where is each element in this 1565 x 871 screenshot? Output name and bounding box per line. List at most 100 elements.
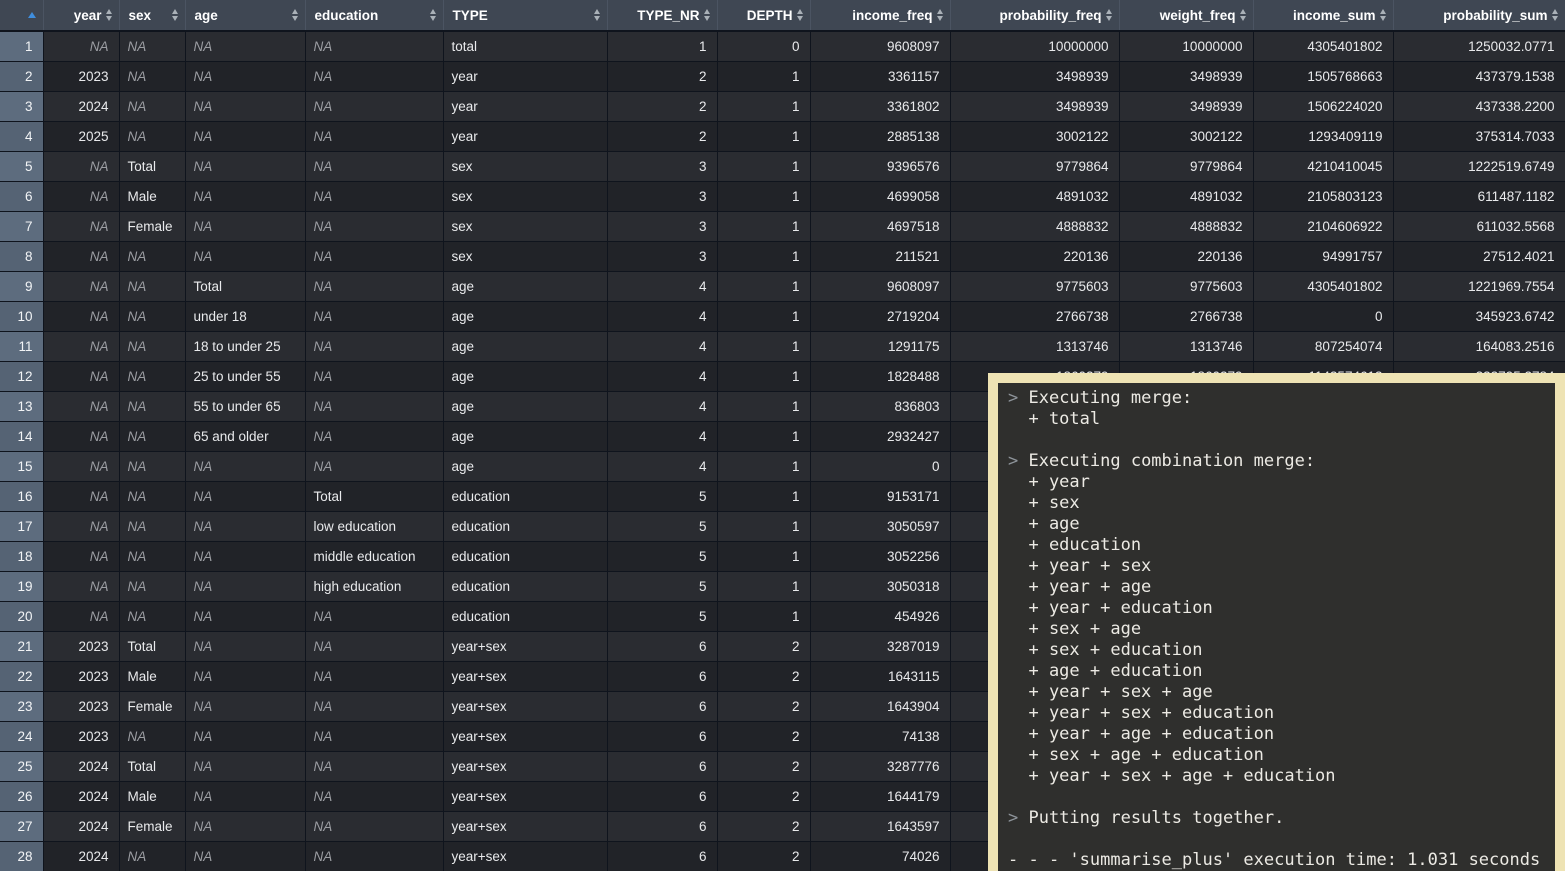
cell-TYPE_NR: 4	[607, 271, 717, 301]
cell-income_sum: 0	[1253, 301, 1393, 331]
table-row[interactable]: 6NAMaleNANAsex31469905848910324891032210…	[0, 181, 1565, 211]
na-value: NA	[194, 549, 213, 564]
cell-year: NA	[43, 31, 119, 61]
cell-age: NA	[185, 751, 305, 781]
header-cell-rownum[interactable]	[0, 0, 43, 31]
cell-income_freq: 0	[810, 451, 950, 481]
na-value: NA	[128, 549, 147, 564]
cell-year: 2023	[43, 691, 119, 721]
header-cell-TYPE[interactable]: TYPE	[443, 0, 607, 31]
cell-education: NA	[305, 391, 443, 421]
cell-education: NA	[305, 421, 443, 451]
cell-year: 2024	[43, 781, 119, 811]
table-row[interactable]: 8NANANANAsex3121152122013622013694991757…	[0, 241, 1565, 271]
cell-year: NA	[43, 481, 119, 511]
cell-age: NA	[185, 481, 305, 511]
cell-income_freq: 2932427	[810, 421, 950, 451]
cell-TYPE: age	[443, 331, 607, 361]
cell-income_freq: 454926	[810, 601, 950, 631]
table-row[interactable]: 5NATotalNANAsex3193965769779864977986442…	[0, 151, 1565, 181]
row-number: 12	[0, 361, 43, 391]
cell-income_sum: 4305401802	[1253, 271, 1393, 301]
cell-DEPTH: 2	[717, 691, 810, 721]
cell-income_freq: 3052256	[810, 541, 950, 571]
cell-TYPE_NR: 5	[607, 601, 717, 631]
table-row[interactable]: 9NANATotalNAage4196080979775603977560343…	[0, 271, 1565, 301]
row-number: 5	[0, 151, 43, 181]
sort-icons	[1106, 9, 1112, 21]
cell-income_freq: 3361157	[810, 61, 950, 91]
console-line: + age + education	[1008, 661, 1555, 682]
na-value: NA	[90, 579, 109, 594]
cell-income_sum: 1506224020	[1253, 91, 1393, 121]
cell-TYPE_NR: 3	[607, 181, 717, 211]
console-line: + year + education	[1008, 598, 1555, 619]
header-cell-weight_freq[interactable]: weight_freq	[1119, 0, 1253, 31]
console-line: + sex	[1008, 493, 1555, 514]
na-value: NA	[194, 99, 213, 114]
cell-probability_sum: 164083.2516	[1393, 331, 1565, 361]
column-label: TYPE	[453, 8, 488, 23]
cell-year: 2024	[43, 811, 119, 841]
column-label: education	[315, 8, 379, 23]
cell-year: NA	[43, 361, 119, 391]
cell-income_freq: 74026	[810, 841, 950, 871]
na-value: NA	[128, 99, 147, 114]
header-cell-income_freq[interactable]: income_freq	[810, 0, 950, 31]
cell-income_sum: 4305401802	[1253, 31, 1393, 61]
na-value: NA	[314, 669, 333, 684]
na-value: NA	[90, 549, 109, 564]
column-label: sex	[129, 8, 152, 23]
cell-year: 2023	[43, 61, 119, 91]
header-cell-age[interactable]: age	[185, 0, 305, 31]
header-cell-year[interactable]: year	[43, 0, 119, 31]
header-cell-probability_sum[interactable]: probability_sum	[1393, 0, 1565, 31]
cell-TYPE: education	[443, 481, 607, 511]
header-cell-education[interactable]: education	[305, 0, 443, 31]
table-row[interactable]: 22023NANANAyear2133611573498939349893915…	[0, 61, 1565, 91]
table-row[interactable]: 7NAFemaleNANAsex314697518488883248888322…	[0, 211, 1565, 241]
console-line: + year + age + education	[1008, 724, 1555, 745]
row-number: 6	[0, 181, 43, 211]
cell-weight_freq: 4888832	[1119, 211, 1253, 241]
table-row[interactable]: 10NANAunder 18NAage412719204276673827667…	[0, 301, 1565, 331]
na-value: NA	[128, 249, 147, 264]
cell-age: NA	[185, 601, 305, 631]
cell-TYPE_NR: 5	[607, 481, 717, 511]
cell-year: NA	[43, 511, 119, 541]
cell-sex: Female	[119, 211, 185, 241]
cell-education: NA	[305, 241, 443, 271]
cell-TYPE_NR: 6	[607, 721, 717, 751]
na-value: NA	[194, 129, 213, 144]
sort-icons	[172, 9, 178, 21]
table-row[interactable]: 32024NANANAyear2133618023498939349893915…	[0, 91, 1565, 121]
cell-education: NA	[305, 361, 443, 391]
cell-education: NA	[305, 121, 443, 151]
cell-age: NA	[185, 811, 305, 841]
cell-income_freq: 9608097	[810, 31, 950, 61]
cell-age: NA	[185, 841, 305, 871]
cell-DEPTH: 1	[717, 571, 810, 601]
cell-age: NA	[185, 121, 305, 151]
table-row[interactable]: 11NANA18 to under 25NAage411291175131374…	[0, 331, 1565, 361]
cell-DEPTH: 2	[717, 811, 810, 841]
console-line: > Executing merge:	[1008, 388, 1555, 409]
column-label: DEPTH	[747, 8, 793, 23]
table-row[interactable]: 42025NANANAyear2128851383002122300212212…	[0, 121, 1565, 151]
cell-income_sum: 1505768663	[1253, 61, 1393, 91]
cell-sex: NA	[119, 601, 185, 631]
table-row[interactable]: 1NANANANAtotal10960809710000000100000004…	[0, 31, 1565, 61]
cell-TYPE_NR: 6	[607, 811, 717, 841]
header-cell-sex[interactable]: sex	[119, 0, 185, 31]
console-line: + year + sex + education	[1008, 703, 1555, 724]
cell-sex: NA	[119, 31, 185, 61]
cell-DEPTH: 0	[717, 31, 810, 61]
header-cell-probability_freq[interactable]: probability_freq	[950, 0, 1119, 31]
header-cell-income_sum[interactable]: income_sum	[1253, 0, 1393, 31]
na-value: NA	[194, 459, 213, 474]
header-cell-TYPE_NR[interactable]: TYPE_NR	[607, 0, 717, 31]
cell-DEPTH: 1	[717, 511, 810, 541]
cell-age: NA	[185, 61, 305, 91]
header-cell-DEPTH[interactable]: DEPTH	[717, 0, 810, 31]
row-number: 11	[0, 331, 43, 361]
